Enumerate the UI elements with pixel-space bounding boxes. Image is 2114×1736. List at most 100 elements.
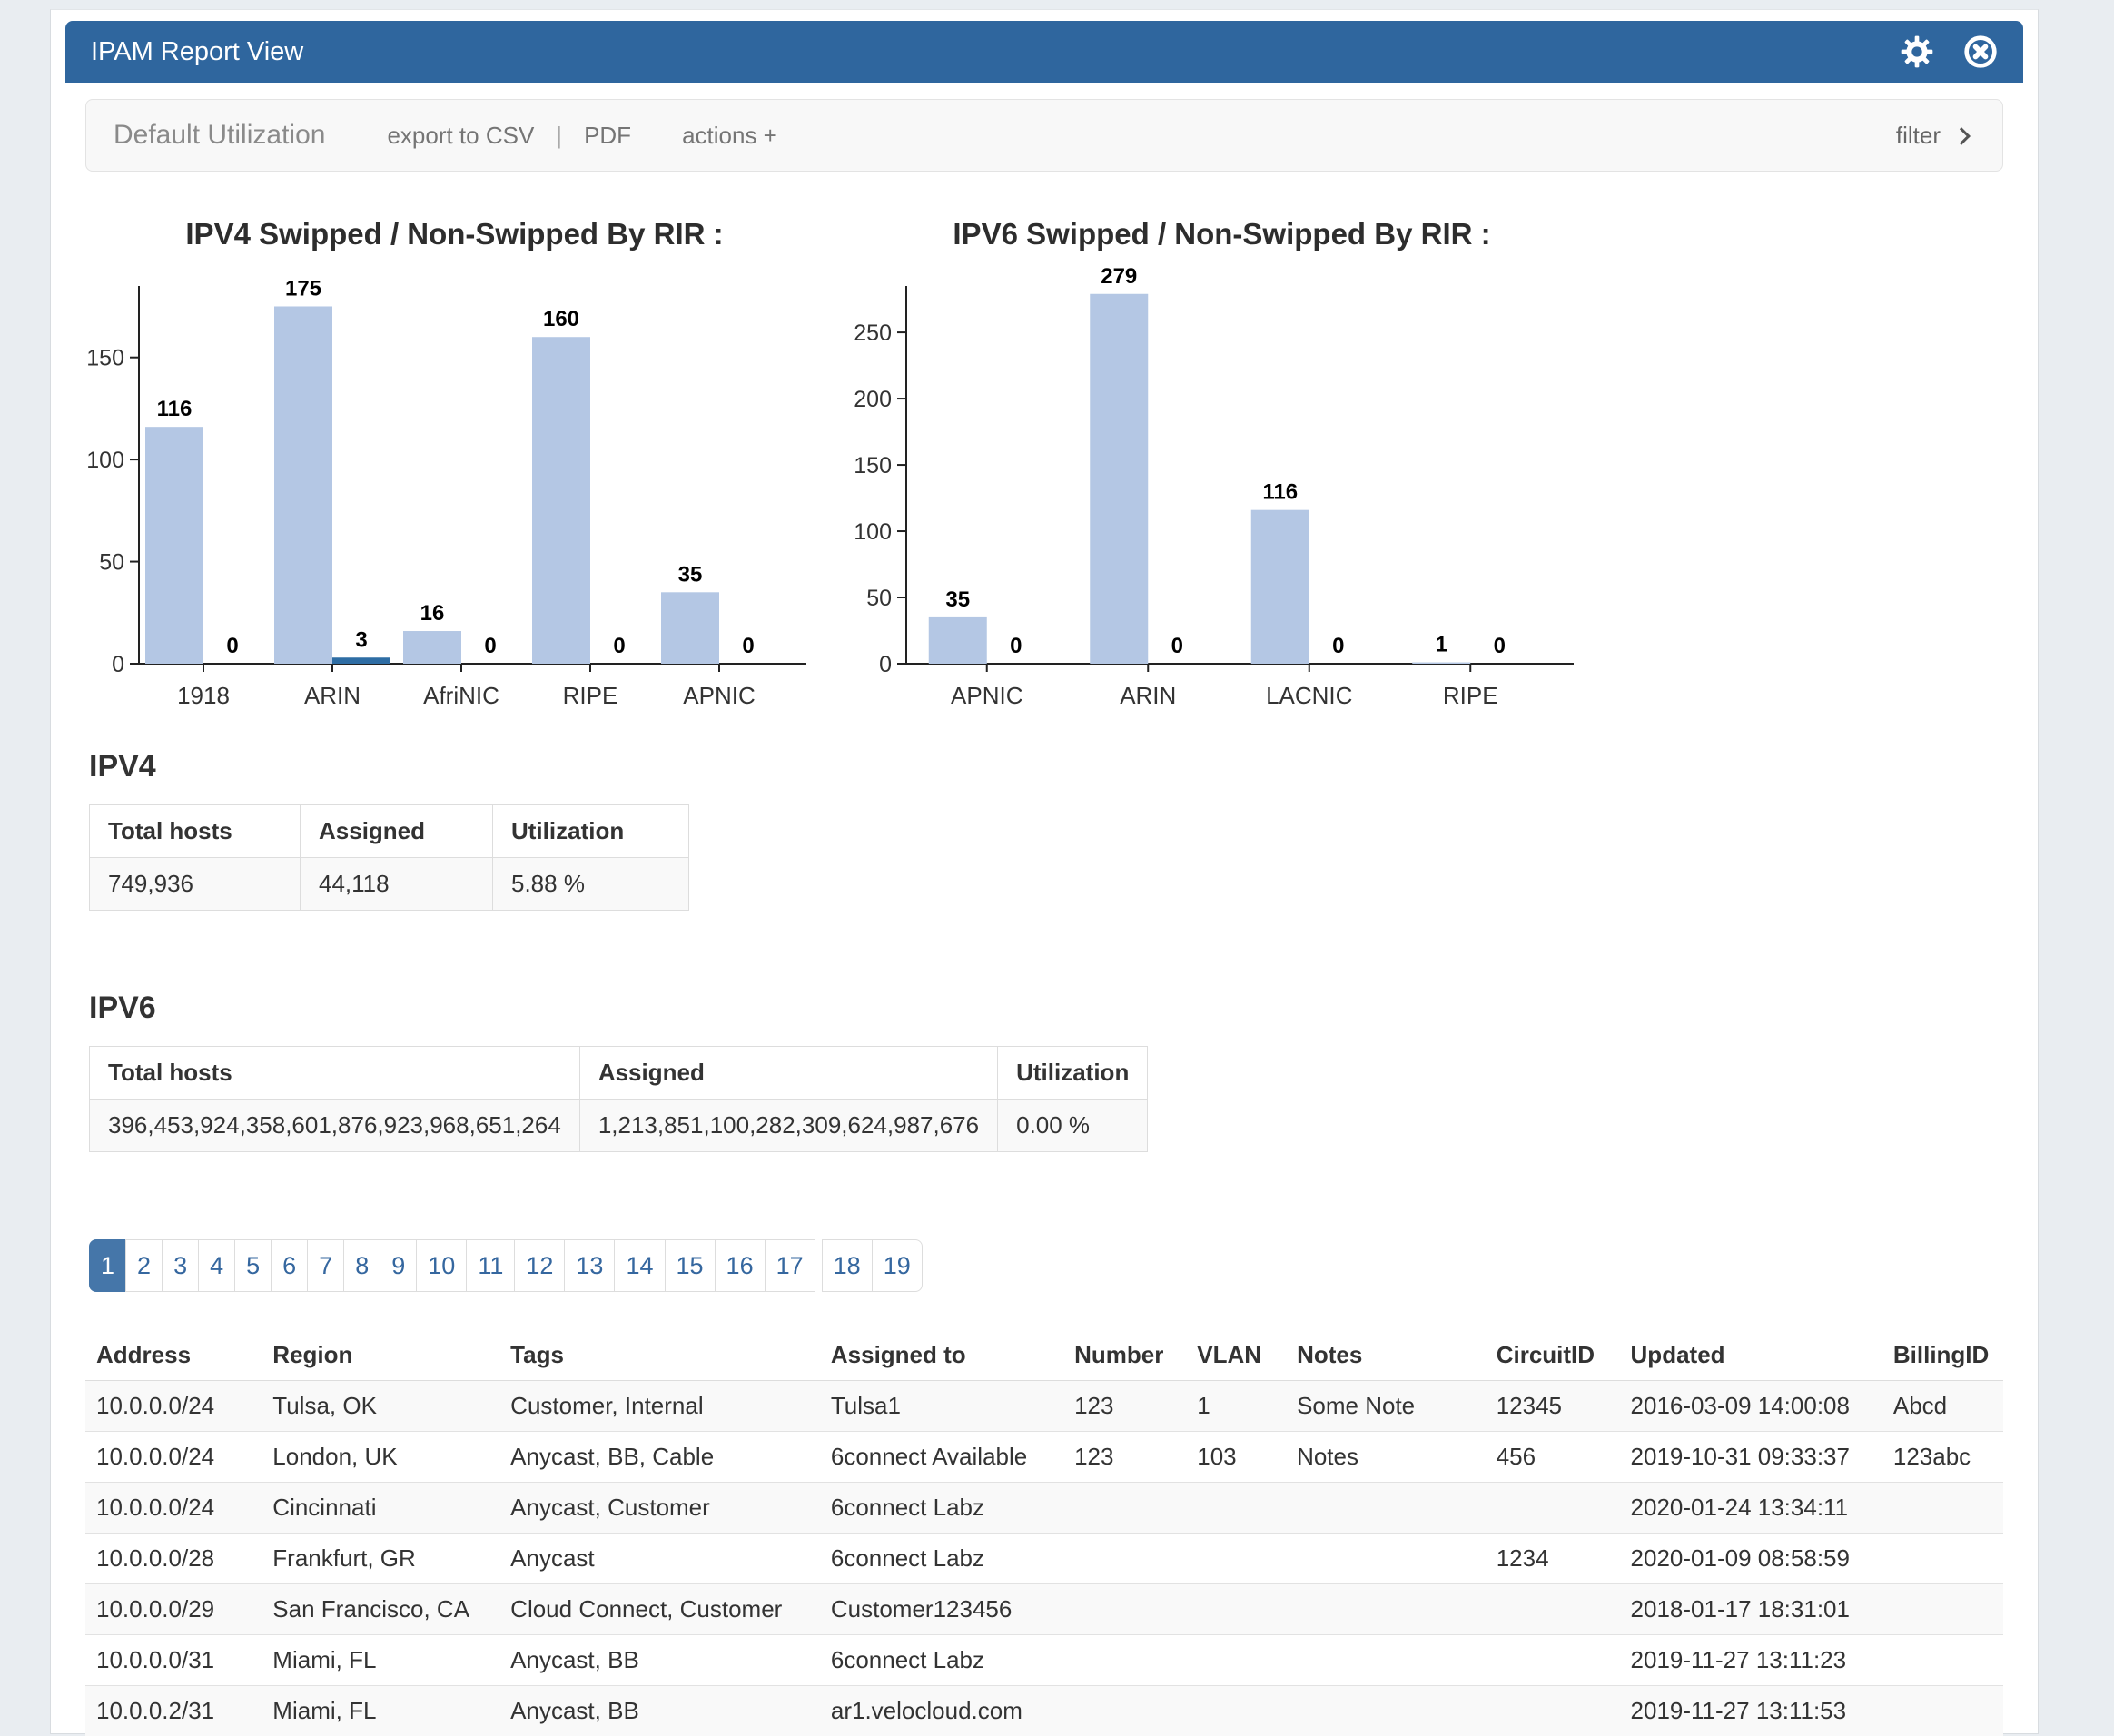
table-cell	[1063, 1686, 1186, 1736]
table-cell	[1063, 1584, 1186, 1635]
table-cell: 123	[1063, 1381, 1186, 1432]
table-cell: Tulsa1	[820, 1381, 1063, 1432]
svg-text:APNIC: APNIC	[951, 682, 1022, 709]
page-button-4[interactable]: 4	[198, 1239, 235, 1292]
svg-text:0: 0	[226, 634, 238, 658]
column-header: Assigned	[301, 805, 493, 858]
table-cell	[1186, 1483, 1286, 1534]
table-row[interactable]: 10.0.0.0/29San Francisco, CACloud Connec…	[85, 1584, 2003, 1635]
svg-text:ARIN: ARIN	[304, 682, 361, 709]
page-button-11[interactable]: 11	[466, 1239, 515, 1292]
table-cell: 2019-11-27 13:11:23	[1620, 1635, 1882, 1686]
table-cell: Anycast, Customer	[499, 1483, 820, 1534]
page-button-2[interactable]: 2	[125, 1239, 163, 1292]
table-row[interactable]: 10.0.0.0/28Frankfurt, GRAnycast6connect …	[85, 1534, 2003, 1584]
table-cell	[1063, 1635, 1186, 1686]
table-cell: 6connect Labz	[820, 1635, 1063, 1686]
page-button-13[interactable]: 13	[564, 1239, 615, 1292]
table-cell: 2020-01-24 13:34:11	[1620, 1483, 1882, 1534]
table-cell	[1486, 1686, 1620, 1736]
table-cell	[1882, 1635, 2003, 1686]
table-cell	[1063, 1483, 1186, 1534]
table-cell: 123abc	[1882, 1432, 2003, 1483]
column-header: Number	[1063, 1330, 1186, 1381]
svg-text:3: 3	[355, 627, 367, 652]
table-cell: San Francisco, CA	[262, 1584, 499, 1635]
export-csv-link[interactable]: export to CSV	[387, 122, 534, 150]
column-header: Updated	[1620, 1330, 1882, 1381]
svg-text:35: 35	[945, 587, 970, 612]
report-card: IPAM Report View	[50, 9, 2039, 1734]
gear-icon[interactable]	[1896, 31, 1938, 73]
page-button-18[interactable]: 18	[822, 1239, 873, 1292]
table-cell: 6connect Labz	[820, 1534, 1063, 1584]
table-cell: 6connect Available	[820, 1432, 1063, 1483]
svg-text:100: 100	[854, 519, 892, 545]
page-button-8[interactable]: 8	[343, 1239, 380, 1292]
table-cell: Customer, Internal	[499, 1381, 820, 1432]
close-icon[interactable]	[1960, 31, 2001, 73]
table-row[interactable]: 10.0.0.0/24Tulsa, OKCustomer, InternalTu…	[85, 1381, 2003, 1432]
table-cell: Miami, FL	[262, 1686, 499, 1736]
table-cell: Notes	[1286, 1432, 1486, 1483]
table-cell	[1882, 1483, 2003, 1534]
page-button-10[interactable]: 10	[416, 1239, 467, 1292]
column-header: Region	[262, 1330, 499, 1381]
table-row[interactable]: 10.0.0.0/31Miami, FLAnycast, BB6connect …	[85, 1635, 2003, 1686]
table-cell: Anycast, BB	[499, 1686, 820, 1736]
page-button-7[interactable]: 7	[307, 1239, 344, 1292]
page-button-19[interactable]: 19	[872, 1239, 923, 1292]
table-row[interactable]: 10.0.0.0/24London, UKAnycast, BB, Cable6…	[85, 1432, 2003, 1483]
table-cell	[1186, 1686, 1286, 1736]
ipv4-assigned: 44,118	[301, 858, 493, 911]
table-row[interactable]: 10.0.0.2/31Miami, FLAnycast, BBar1.veloc…	[85, 1686, 2003, 1736]
ipv6-heading: IPV6	[89, 991, 2018, 1026]
chevron-right-icon	[1952, 127, 1971, 145]
ipv6-chart: 050100150200250APNIC350ARIN2790LACNIC116…	[843, 264, 1587, 718]
page-button-6[interactable]: 6	[271, 1239, 308, 1292]
svg-text:0: 0	[1010, 634, 1022, 658]
table-row: 749,936 44,118 5.88 %	[90, 858, 689, 911]
column-header: Notes	[1286, 1330, 1486, 1381]
svg-text:35: 35	[678, 562, 703, 587]
svg-text:50: 50	[866, 586, 892, 611]
table-cell: 103	[1186, 1432, 1286, 1483]
page-button-9[interactable]: 9	[380, 1239, 417, 1292]
export-pdf-link[interactable]: PDF	[584, 122, 631, 150]
page-button-14[interactable]: 14	[614, 1239, 665, 1292]
table-cell: 1234	[1486, 1534, 1620, 1584]
page-button-5[interactable]: 5	[234, 1239, 272, 1292]
page-button-16[interactable]: 16	[715, 1239, 766, 1292]
ipv4-heading: IPV4	[89, 749, 2018, 784]
page-button-17[interactable]: 17	[765, 1239, 815, 1292]
report-name: Default Utilization	[114, 120, 325, 151]
page-button-1[interactable]: 1	[89, 1239, 126, 1292]
table-row[interactable]: 10.0.0.0/24CincinnatiAnycast, Customer6c…	[85, 1483, 2003, 1534]
svg-text:116: 116	[157, 397, 193, 421]
table-cell	[1486, 1584, 1620, 1635]
table-cell: 10.0.0.2/31	[85, 1686, 262, 1736]
table-cell: Frankfurt, GR	[262, 1534, 499, 1584]
table-cell	[1186, 1635, 1286, 1686]
svg-text:250: 250	[854, 321, 892, 346]
main-table-body: 10.0.0.0/24Tulsa, OKCustomer, InternalTu…	[85, 1381, 2003, 1736]
svg-text:100: 100	[86, 448, 124, 473]
ipv6-chart-block: IPV6 Swipped / Non-Swipped By RIR : 0501…	[838, 210, 1605, 718]
page-button-3[interactable]: 3	[162, 1239, 199, 1292]
table-cell	[1063, 1534, 1186, 1584]
charts-row: IPV4 Swipped / Non-Swipped By RIR : 0501…	[71, 210, 2018, 718]
actions-menu[interactable]: actions +	[682, 122, 777, 150]
filter-toggle[interactable]: filter	[1896, 122, 1968, 150]
table-cell: ar1.velocloud.com	[820, 1686, 1063, 1736]
ipv6-assigned: 1,213,851,100,282,309,624,987,676	[579, 1100, 997, 1152]
table-cell: 1	[1186, 1381, 1286, 1432]
table-cell: 10.0.0.0/24	[85, 1381, 262, 1432]
table-cell: 2019-11-27 13:11:53	[1620, 1686, 1882, 1736]
page-button-12[interactable]: 12	[514, 1239, 565, 1292]
page-button-15[interactable]: 15	[665, 1239, 716, 1292]
table-cell	[1286, 1483, 1486, 1534]
table-row: 396,453,924,358,601,876,923,968,651,264 …	[90, 1100, 1148, 1152]
ipv6-utilization: 0.00 %	[998, 1100, 1148, 1152]
table-cell: Anycast, BB, Cable	[499, 1432, 820, 1483]
ipv4-chart-block: IPV4 Swipped / Non-Swipped By RIR : 0501…	[71, 210, 838, 718]
